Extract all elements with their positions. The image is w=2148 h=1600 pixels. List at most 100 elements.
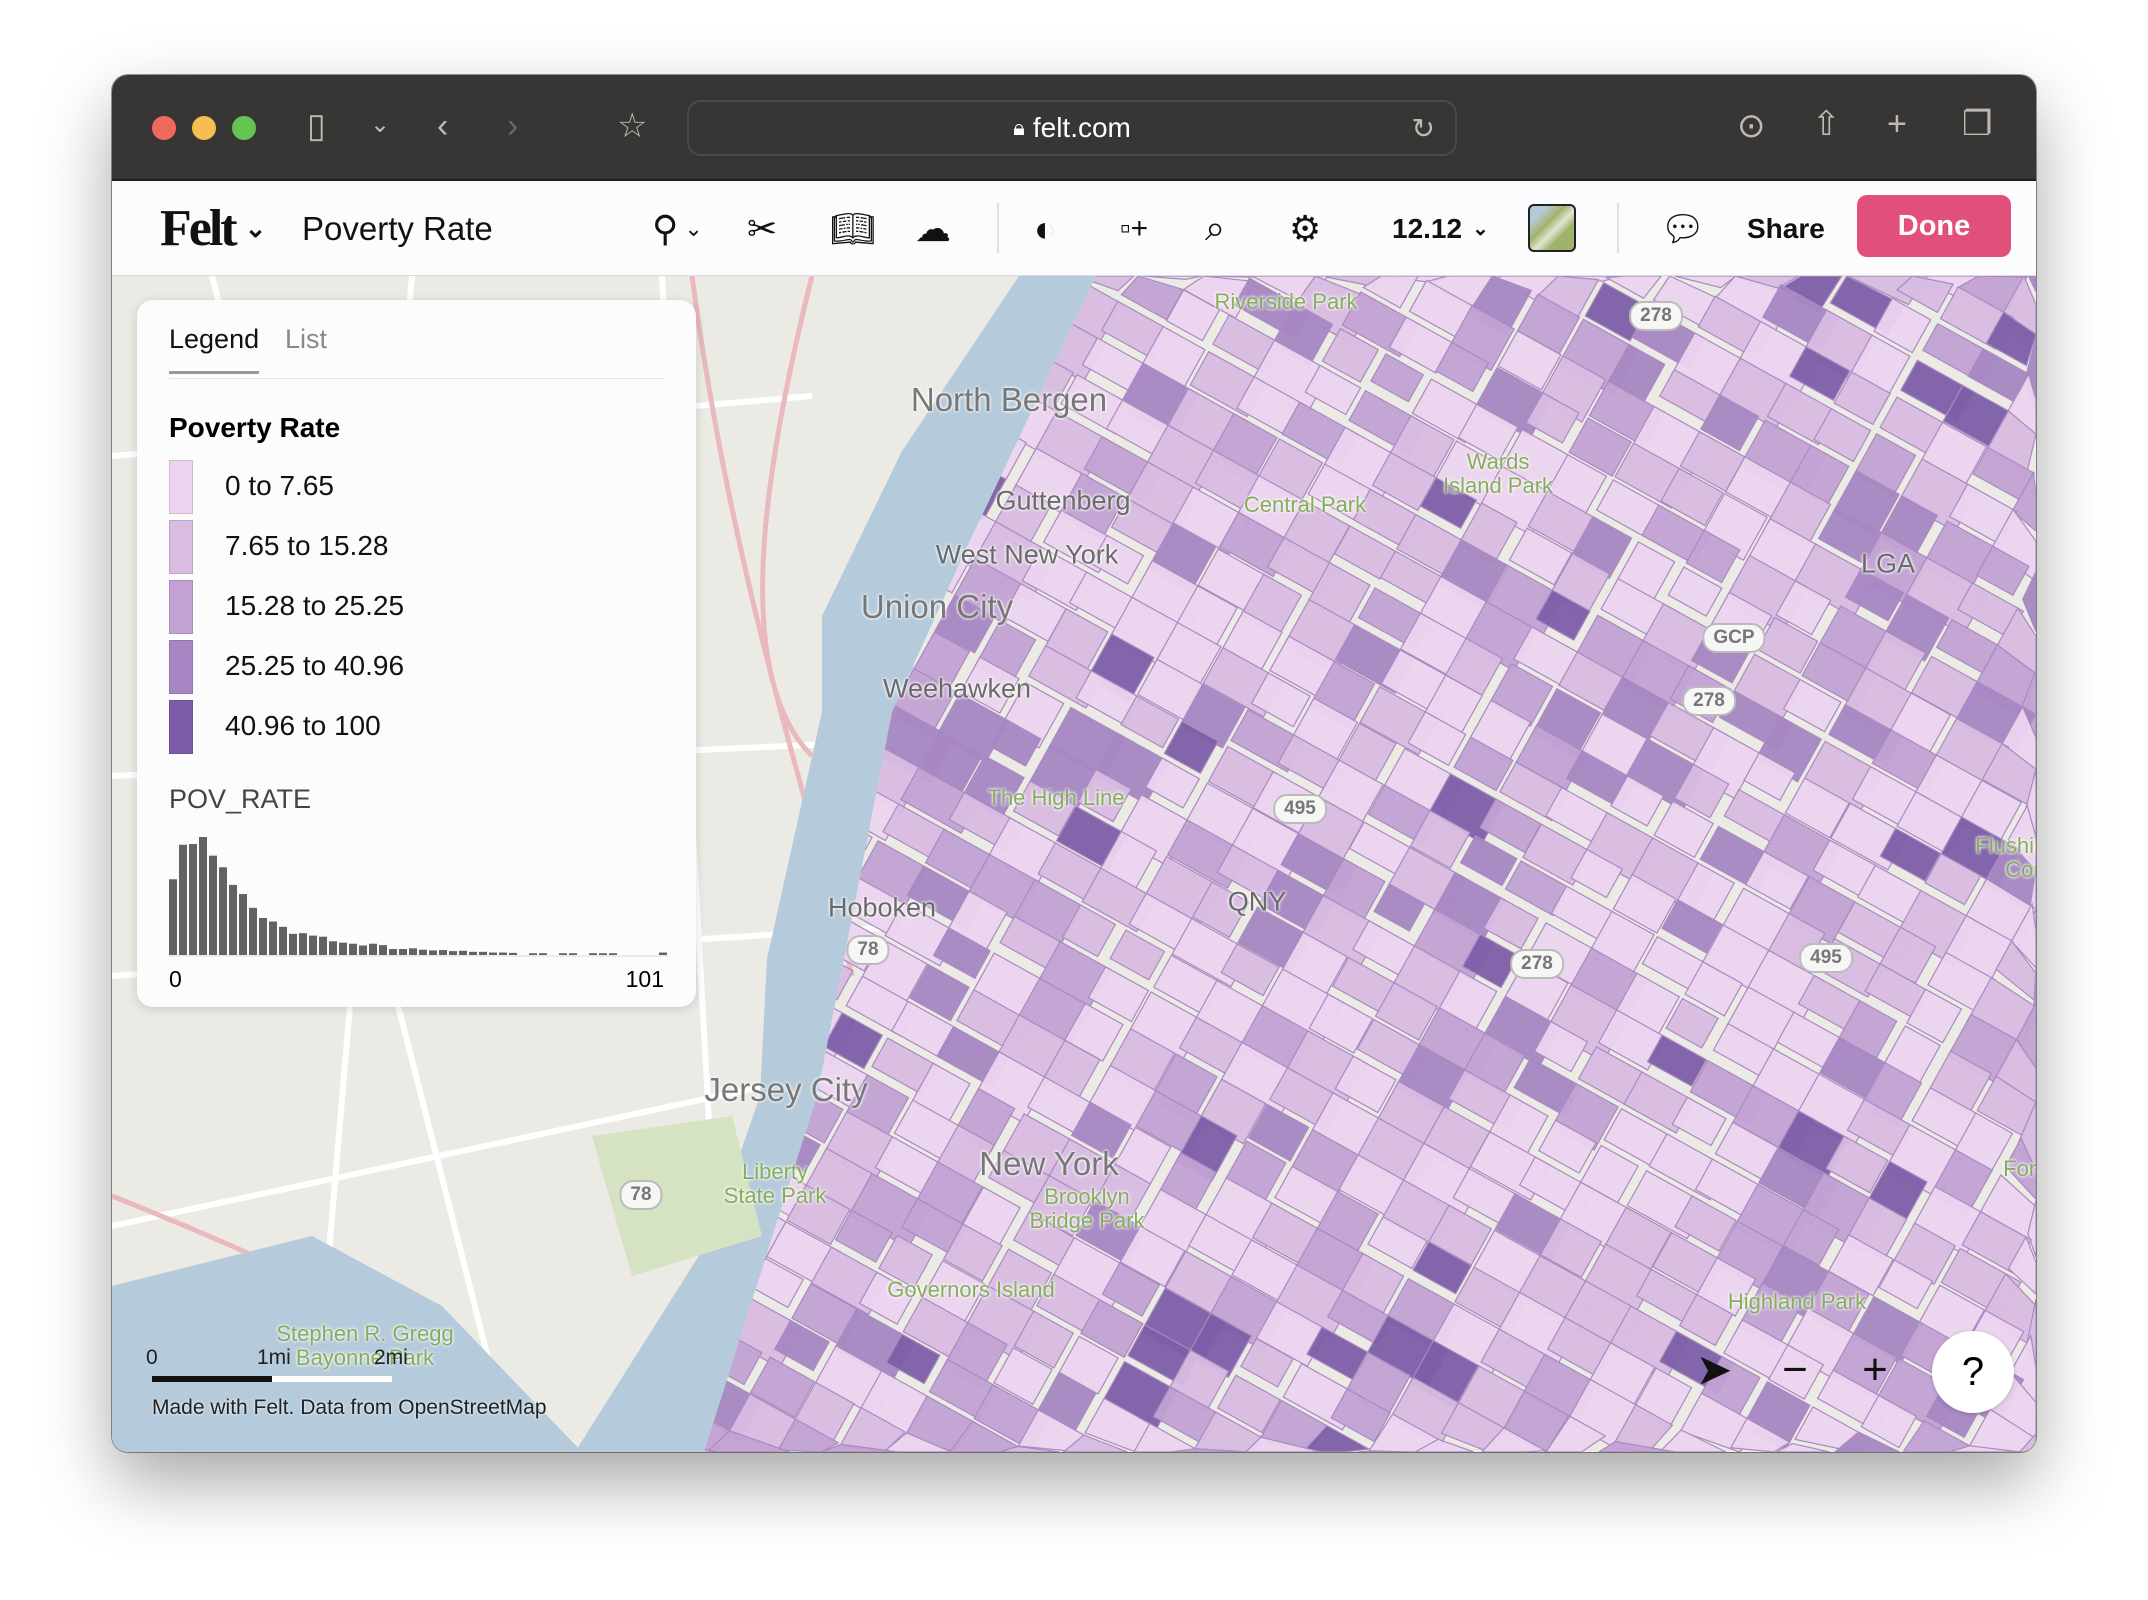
- download-icon[interactable]: ⊙: [1737, 109, 1766, 143]
- upload-cloud-icon[interactable]: ☁: [915, 181, 951, 276]
- maximize-button[interactable]: [232, 116, 256, 140]
- census-tract[interactable]: [723, 431, 804, 507]
- book-icon[interactable]: 📖︎: [830, 181, 876, 276]
- histogram-bar: [189, 844, 197, 955]
- highway-shield: 278: [1629, 301, 1683, 331]
- histogram-bar: [469, 951, 477, 955]
- plus-icon[interactable]: +: [1887, 107, 1907, 141]
- histogram-bar: [599, 953, 607, 955]
- census-tract[interactable]: [713, 665, 775, 729]
- chevron-down-icon[interactable]: ⌄: [370, 113, 390, 137]
- share-icon[interactable]: ⇧: [1812, 107, 1841, 141]
- chevron-down-icon[interactable]: ⌄: [245, 213, 267, 244]
- tab-legend[interactable]: Legend: [169, 324, 260, 374]
- census-tract[interactable]: [729, 862, 788, 916]
- map-place-label: West New York: [935, 539, 1119, 570]
- felt-logo[interactable]: Felt ⌄: [160, 181, 266, 276]
- map-place-label: Union City: [860, 588, 1014, 625]
- address-bar[interactable]: 🔒︎ felt.com ↻: [687, 100, 1457, 156]
- census-tract[interactable]: [776, 456, 848, 517]
- legend-title: Poverty Rate: [169, 412, 341, 443]
- census-tract[interactable]: [838, 346, 902, 401]
- census-tract[interactable]: [890, 276, 968, 307]
- scissors-icon[interactable]: ✂: [747, 181, 777, 276]
- census-tract[interactable]: [691, 603, 761, 671]
- histogram-bar: [379, 945, 387, 955]
- census-tract[interactable]: [706, 369, 766, 422]
- chevron-down-icon: ⌄: [1472, 218, 1489, 240]
- histogram-bar: [499, 952, 507, 955]
- legend-swatch: [169, 640, 193, 694]
- pin-icon[interactable]: ⚲ ⌄: [652, 181, 703, 276]
- sidebar-icon[interactable]: ▯: [307, 109, 326, 143]
- attribution[interactable]: Made with Felt. Data from OpenStreetMap: [152, 1396, 547, 1420]
- help-button[interactable]: ?: [1932, 1331, 2014, 1413]
- divider: [169, 378, 664, 379]
- census-tract[interactable]: [763, 276, 829, 320]
- forward-icon[interactable]: ›: [507, 109, 518, 143]
- locate-icon[interactable]: ➤: [1696, 1345, 1733, 1396]
- histogram-bar: [399, 949, 407, 955]
- histogram-bar: [489, 952, 497, 955]
- tab-list[interactable]: List: [285, 324, 327, 355]
- basemap-thumbnail[interactable]: [1528, 204, 1576, 252]
- histogram-bar: [219, 867, 227, 955]
- done-button[interactable]: Done: [1857, 195, 2011, 257]
- census-tract[interactable]: [700, 801, 777, 872]
- census-tract[interactable]: [858, 309, 915, 360]
- census-tract[interactable]: [690, 504, 759, 566]
- census-tract[interactable]: [962, 276, 1018, 281]
- census-tract[interactable]: [744, 296, 824, 364]
- share-button[interactable]: Share: [1747, 181, 1825, 276]
- legend-swatch: [169, 700, 193, 754]
- map-place-label: Jersey City: [704, 1071, 868, 1108]
- comment-icon[interactable]: 💬︎: [1660, 181, 1706, 276]
- legend-class-label: 25.25 to 40.96: [225, 650, 405, 681]
- histogram-bar: [349, 943, 357, 955]
- histogram-field-label: POV_RATE: [169, 784, 312, 814]
- census-tract[interactable]: [694, 276, 757, 336]
- reload-icon[interactable]: ↻: [1412, 112, 1435, 145]
- histogram-bar: [589, 953, 597, 955]
- census-tract[interactable]: [788, 276, 855, 281]
- zoom-level-dropdown[interactable]: 12.12 ⌄: [1392, 181, 1489, 276]
- census-tract[interactable]: [878, 276, 943, 330]
- map-place-label: Wards Island Park: [1442, 448, 1554, 498]
- histogram-bar: [319, 936, 327, 955]
- census-tract[interactable]: [693, 702, 755, 768]
- close-button[interactable]: [152, 116, 176, 140]
- census-tract[interactable]: [719, 764, 784, 828]
- search-icon[interactable]: ⌕: [1205, 181, 1225, 276]
- highway-shield: 78: [846, 935, 890, 965]
- highway-shield: GCP: [1702, 623, 1766, 653]
- layers-blend-icon[interactable]: ◐: [1034, 181, 1056, 276]
- histogram-bar: [259, 918, 267, 955]
- histogram-bar: [289, 933, 297, 955]
- star-icon[interactable]: ☆: [617, 109, 647, 143]
- highway-shield: 495: [1273, 794, 1327, 824]
- zoom-in-icon[interactable]: +: [1862, 1345, 1888, 1395]
- map-title[interactable]: Poverty Rate: [302, 181, 493, 276]
- minimize-button[interactable]: [192, 116, 216, 140]
- census-tract[interactable]: [810, 383, 885, 453]
- components-icon[interactable]: ▫+: [1120, 181, 1148, 276]
- browser-window: ▯ ⌄ ‹ › ☆ 🔒︎ felt.com ↻ ⊙ ⇧ + ❐ Felt ⌄ Pove…: [112, 75, 2036, 1452]
- histogram-bar: [229, 884, 237, 955]
- census-tract[interactable]: [834, 276, 903, 305]
- logo-text: Felt: [160, 200, 238, 257]
- lock-icon: 🔒︎: [1013, 115, 1025, 140]
- back-icon[interactable]: ‹: [437, 109, 448, 143]
- census-tract[interactable]: [805, 284, 868, 348]
- map-canvas[interactable]: North Bergen Guttenberg West New York Union…: [112, 276, 2036, 1452]
- highway-shield: 278: [1682, 686, 1736, 716]
- map-place-label: QNY: [1227, 886, 1287, 917]
- census-tract[interactable]: [789, 419, 870, 495]
- tabs-icon[interactable]: ❐: [1962, 107, 1992, 141]
- census-tract[interactable]: [1142, 276, 1202, 281]
- zoom-out-icon[interactable]: −: [1782, 1345, 1808, 1395]
- gear-icon[interactable]: ⚙: [1289, 181, 1321, 276]
- census-tract[interactable]: [720, 276, 801, 303]
- legend-class-label: 15.28 to 25.25: [225, 590, 405, 621]
- map-place-label: Central Park: [1243, 491, 1367, 517]
- histogram-bar: [569, 953, 577, 955]
